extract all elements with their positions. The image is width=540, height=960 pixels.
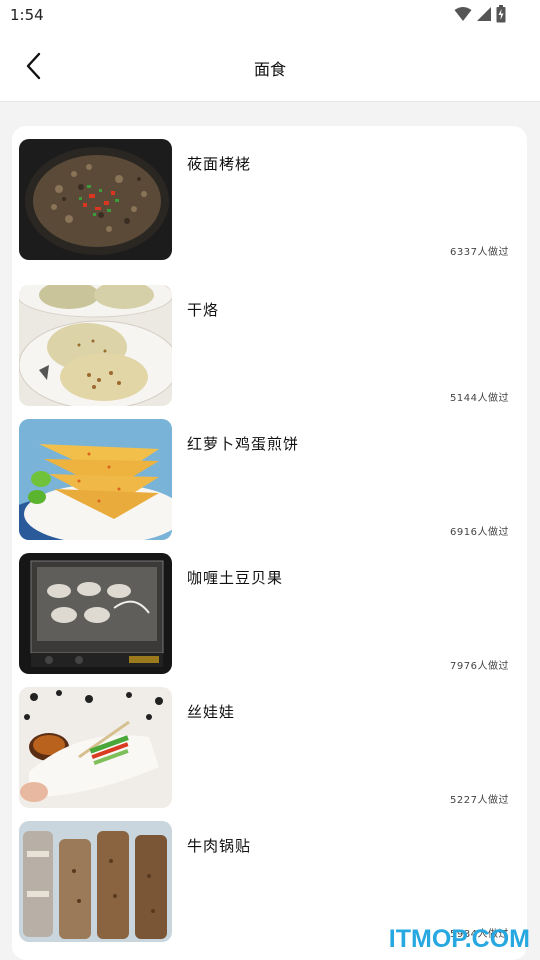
watermark: ITMOP.COM xyxy=(388,925,530,953)
list-item[interactable]: 丝娃娃 5227人做过 xyxy=(12,687,527,809)
recipe-count: 6337人做过 xyxy=(450,247,509,258)
recipe-image xyxy=(19,139,172,260)
recipe-name: 丝娃娃 xyxy=(187,703,236,721)
list-item[interactable]: 干烙 5144人做过 xyxy=(12,285,527,407)
recipe-name: 红萝卜鸡蛋煎饼 xyxy=(187,435,300,453)
status-time: 1:54 xyxy=(10,6,44,24)
app-bar: 面食 xyxy=(0,32,540,102)
status-bar: 1:54 xyxy=(0,0,540,32)
recipe-image xyxy=(19,821,172,942)
recipe-name: 牛肉锅贴 xyxy=(187,837,252,855)
recipe-count: 5227人做过 xyxy=(450,795,509,806)
recipe-list: 莜面栲栳 6337人做过 干烙 5144人做过 红萝卜鸡蛋煎饼 6916人做过 … xyxy=(12,126,527,960)
list-item[interactable]: 莜面栲栳 6337人做过 xyxy=(12,139,527,261)
recipe-count: 6916人做过 xyxy=(450,527,509,538)
recipe-count: 7976人做过 xyxy=(450,661,509,672)
recipe-image xyxy=(19,687,172,808)
list-item[interactable]: 红萝卜鸡蛋煎饼 6916人做过 xyxy=(12,419,527,541)
recipe-image xyxy=(19,553,172,674)
recipe-image xyxy=(19,285,172,406)
recipe-name: 莜面栲栳 xyxy=(187,155,252,173)
recipe-name: 咖喱土豆贝果 xyxy=(187,569,284,587)
recipe-image xyxy=(19,419,172,540)
page-title: 面食 xyxy=(253,60,286,79)
list-item[interactable]: 咖喱土豆贝果 7976人做过 xyxy=(12,553,527,675)
status-icons xyxy=(454,5,506,23)
battery-icon xyxy=(496,5,506,23)
recipe-count: 5144人做过 xyxy=(450,393,509,404)
cellular-signal-icon xyxy=(477,7,491,21)
wifi-icon xyxy=(454,7,472,21)
recipe-name: 干烙 xyxy=(187,301,220,319)
